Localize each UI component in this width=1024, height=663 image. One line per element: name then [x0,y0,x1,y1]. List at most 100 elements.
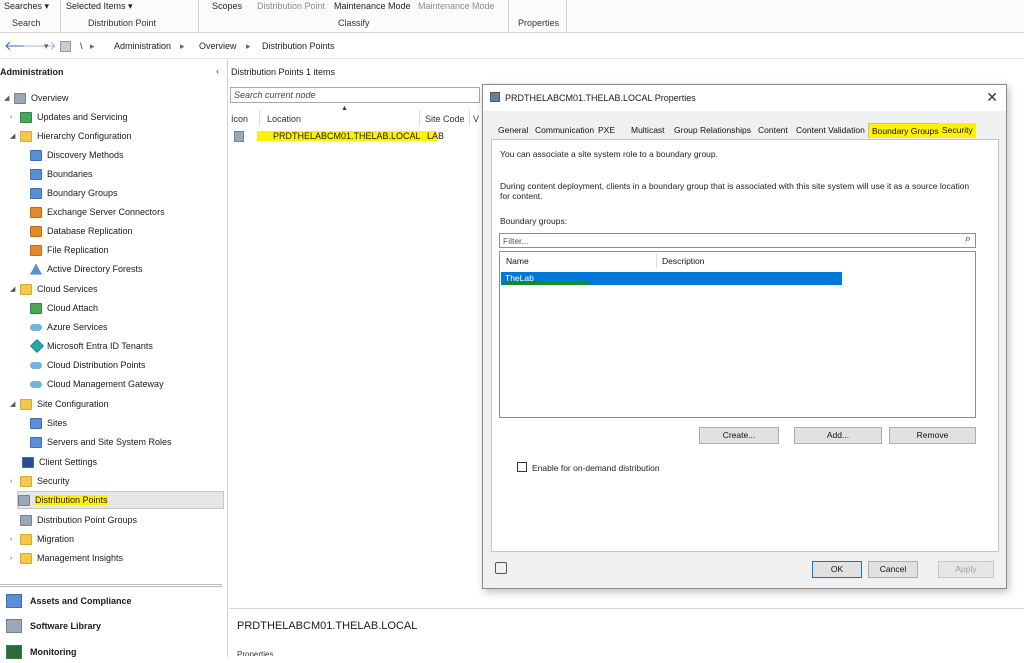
create-button[interactable]: Create... [699,427,779,444]
tree-item-security[interactable]: › Security [10,472,70,490]
tree-item-hierarchy-configuration[interactable]: ◢ Hierarchy Configuration [10,127,132,145]
overview-icon [14,92,26,104]
tab-general[interactable]: General [495,123,531,138]
tree-item-discovery-methods[interactable]: Discovery Methods [30,146,124,164]
folder-icon [20,283,32,295]
on-demand-checkbox[interactable] [517,462,527,472]
column-divider[interactable] [656,254,657,268]
filter-input[interactable]: Filter... [499,233,976,248]
chevron-down-icon[interactable]: ▾ [44,41,49,52]
tab-security[interactable]: Security [939,123,976,138]
tree-item-file-replication[interactable]: File Replication [30,241,109,259]
breadcrumb-arrow-icon: ▸ [180,41,185,51]
assets-icon [6,594,22,608]
help-icon[interactable] [495,562,507,574]
tree-item-cloud-attach[interactable]: Cloud Attach [30,299,98,317]
maintenance-mode-disabled-button[interactable]: Maintenance Mode [418,1,495,11]
distribution-point-icon [18,494,30,506]
distribution-point-button[interactable]: Distribution Point [257,1,325,11]
scopes-button[interactable]: Scopes [212,1,242,11]
detail-subtitle: Properties [237,650,274,656]
column-version[interactable]: V [473,114,479,124]
column-icon[interactable]: Icon [231,114,248,124]
workspace-software-library[interactable]: Software Library [6,615,101,637]
nav-header: Administration ‹ [0,60,228,84]
tree-item-management-insights[interactable]: › Management Insights [10,549,123,567]
tree-item-site-configuration[interactable]: ◢ Site Configuration [10,395,109,413]
boundary-group-icon [30,187,42,199]
tab-boundary-groups[interactable]: Boundary Groups [868,123,943,138]
group-distribution-point-label: Distribution Point [88,18,157,28]
tab-pxe[interactable]: PXE [595,123,618,138]
tree-item-updates[interactable]: › Updates and Servicing [10,108,128,126]
tab-content[interactable]: Content [755,123,791,138]
tab-group-relationships[interactable]: Group Relationships [671,123,754,138]
add-button[interactable]: Add... [794,427,882,444]
tree-item-sites[interactable]: Sites [30,414,67,432]
client-settings-icon [22,456,34,468]
breadcrumb-overview[interactable]: Overview [199,41,237,51]
ok-button[interactable]: OK [812,561,862,578]
row-site-code: LAB [427,131,445,141]
tab-communication[interactable]: Communication [532,123,597,138]
searches-menu[interactable]: Searches ▾ [4,1,49,12]
tree-item-overview[interactable]: ◢ Overview [4,89,69,107]
breadcrumb-root[interactable]: \ [80,41,83,51]
cloud-icon [30,323,42,331]
tree-item-cloud-distribution-points[interactable]: Cloud Distribution Points [30,356,146,374]
workspace-monitoring[interactable]: Monitoring [6,641,77,663]
search-icon[interactable]: ⌕ [965,233,971,246]
group-search-label: Search [12,18,41,28]
cloud-attach-icon [30,302,42,314]
server-icon [30,436,42,448]
boundary-icon [30,168,42,180]
distribution-point-icon [234,131,244,142]
grid-column-description[interactable]: Description [662,256,705,266]
tree-item-cloud-management-gateway[interactable]: Cloud Management Gateway [30,375,164,393]
cancel-button[interactable]: Cancel [868,561,918,578]
tree-item-boundaries[interactable]: Boundaries [30,165,93,183]
collapse-pane-icon[interactable]: ‹ [216,66,219,76]
column-divider[interactable] [259,110,260,126]
grid-column-name[interactable]: Name [506,256,529,266]
selected-items-menu[interactable]: Selected Items ▾ [66,1,133,12]
maintenance-mode-button[interactable]: Maintenance Mode [334,1,411,11]
workspace-assets-compliance[interactable]: Assets and Compliance [6,590,132,612]
tree-item-boundary-groups[interactable]: Boundary Groups [30,184,118,202]
tab-content-validation[interactable]: Content Validation [793,123,868,138]
column-divider[interactable] [419,110,420,126]
search-input[interactable]: Search current node [230,87,480,103]
tree-item-exchange-connectors[interactable]: Exchange Server Connectors [30,203,165,221]
intro-text: You can associate a site system role to … [500,149,718,159]
list-title: Distribution Points 1 items [231,67,336,77]
dialog-titlebar[interactable]: PRDTHELABCM01.THELAB.LOCAL Properties ✕ [483,85,1006,111]
tree-item-distribution-point-groups[interactable]: Distribution Point Groups [20,511,137,529]
tree-item-client-settings[interactable]: Client Settings [22,453,97,471]
tree-item-ad-forests[interactable]: Active Directory Forests [30,260,143,278]
apply-button[interactable]: Apply [938,561,994,578]
column-location[interactable]: Location [267,114,301,124]
tree-item-database-replication[interactable]: Database Replication [30,222,133,240]
breadcrumb-distribution-points[interactable]: Distribution Points [262,41,335,51]
forward-arrow-icon[interactable]: 🡒 [22,38,57,54]
table-row[interactable]: PRDTHELABCM01.THELAB.LOCAL LAB [229,131,479,145]
folder-icon [20,130,32,142]
dialog-app-icon [490,92,500,102]
remove-button[interactable]: Remove [889,427,976,444]
tree-item-cloud-services[interactable]: ◢ Cloud Services [10,280,98,298]
tree-item-servers-roles[interactable]: Servers and Site System Roles [30,433,172,451]
close-icon[interactable]: ✕ [986,89,998,106]
tree-item-azure-services[interactable]: Azure Services [30,318,108,336]
dialog-title: PRDTHELABCM01.THELAB.LOCAL Properties [505,93,696,103]
column-site-code[interactable]: Site Code [425,114,465,124]
tree-item-distribution-points[interactable]: Distribution Points [17,491,224,509]
breadcrumb-administration[interactable]: Administration [114,41,171,51]
ribbon-separator [508,0,509,32]
tab-multicast[interactable]: Multicast [628,123,668,138]
tree-item-entra-tenants[interactable]: Microsoft Entra ID Tenants [29,337,153,355]
column-divider[interactable] [469,110,470,126]
folder-icon [20,552,32,564]
workspace-splitter[interactable] [0,584,222,587]
tree-item-migration[interactable]: › Migration [10,530,74,548]
description-text: During content deployment, clients in a … [500,181,970,201]
